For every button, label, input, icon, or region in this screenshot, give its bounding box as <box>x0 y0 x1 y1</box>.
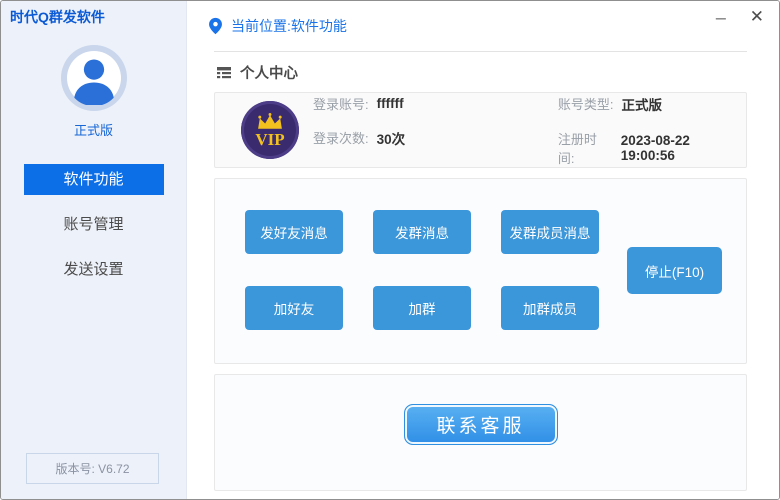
field-label: 登录账号: <box>313 94 369 113</box>
account-fields-col1: 登录账号: ffffff 登录次数: 30次 <box>313 94 558 167</box>
app-window: 时代Q群发软件 正式版 软件功能 账号管理 发送设置 版本号: V6.72 <box>0 0 780 500</box>
account-fields-col2: 账号类型: 正式版 注册时间: 2023-08-22 19:00:56 <box>558 94 746 167</box>
breadcrumb: 当前位置:软件功能 <box>231 16 347 36</box>
login-count-field: 登录次数: 30次 <box>313 128 558 148</box>
account-info-box: VIP 登录账号: ffffff 登录次数: 30次 <box>214 92 747 168</box>
crown-icon <box>255 113 285 130</box>
minimize-button[interactable]: ─ <box>716 7 726 25</box>
contact-support-button[interactable]: 联系客服 <box>404 404 558 445</box>
app-title: 时代Q群发软件 <box>1 1 186 33</box>
action-button-grid: 发好友消息 发群消息 发群成员消息 加好友 加群 加群成员 <box>245 210 599 330</box>
sidebar-item-software-functions[interactable]: 软件功能 <box>24 164 164 195</box>
field-value: 正式版 <box>622 94 663 114</box>
add-group-member-button[interactable]: 加群成员 <box>501 286 599 330</box>
login-account-field: 登录账号: ffffff <box>313 94 558 113</box>
add-group-button[interactable]: 加群 <box>373 286 471 330</box>
send-group-message-button[interactable]: 发群消息 <box>373 210 471 254</box>
main-content: 个人中心 VIP <box>214 51 747 491</box>
sidebar-menu: 软件功能 账号管理 发送设置 <box>1 164 186 299</box>
register-time-field: 注册时间: 2023-08-22 19:00:56 <box>558 129 746 167</box>
topbar: 当前位置:软件功能 <box>187 1 779 51</box>
avatar <box>61 45 127 111</box>
account-fields: 登录账号: ffffff 登录次数: 30次 账号类型: 正式版 <box>313 94 746 167</box>
sidebar: 时代Q群发软件 正式版 软件功能 账号管理 发送设置 版本号: V6.72 <box>1 1 187 499</box>
window-controls: ─ ✕ <box>716 7 764 25</box>
send-friend-message-button[interactable]: 发好友消息 <box>245 210 343 254</box>
avatar-wrap: 正式版 <box>1 45 186 139</box>
field-label: 账号类型: <box>558 94 614 113</box>
field-value: ffffff <box>377 96 404 111</box>
user-icon <box>67 51 121 105</box>
add-friend-button[interactable]: 加好友 <box>245 286 343 330</box>
version-label: 版本号: V6.72 <box>26 453 159 484</box>
send-group-member-message-button[interactable]: 发群成员消息 <box>501 210 599 254</box>
list-icon <box>216 65 232 81</box>
profile-panel-header: 个人中心 <box>214 52 747 92</box>
field-value: 2023-08-22 19:00:56 <box>621 133 746 163</box>
actions-panel: 发好友消息 发群消息 发群成员消息 加好友 加群 加群成员 停止(F10) <box>214 178 747 364</box>
edition-label: 正式版 <box>74 120 113 139</box>
location-pin-icon <box>208 17 223 35</box>
main-area: 当前位置:软件功能 ─ ✕ 个人中心 <box>187 1 779 499</box>
contact-panel: 联系客服 <box>214 374 747 491</box>
vip-badge: VIP <box>241 101 299 159</box>
sidebar-item-account-management[interactable]: 账号管理 <box>24 209 164 240</box>
field-label: 登录次数: <box>313 128 369 147</box>
account-type-field: 账号类型: 正式版 <box>558 94 746 114</box>
field-value: 30次 <box>377 128 406 148</box>
section-title: 个人中心 <box>240 62 298 83</box>
field-label: 注册时间: <box>558 129 613 167</box>
sidebar-item-send-settings[interactable]: 发送设置 <box>24 254 164 285</box>
stop-button[interactable]: 停止(F10) <box>627 247 722 294</box>
close-button[interactable]: ✕ <box>750 8 764 25</box>
profile-panel: 个人中心 VIP <box>214 51 747 168</box>
vip-badge-label: VIP <box>255 131 284 148</box>
